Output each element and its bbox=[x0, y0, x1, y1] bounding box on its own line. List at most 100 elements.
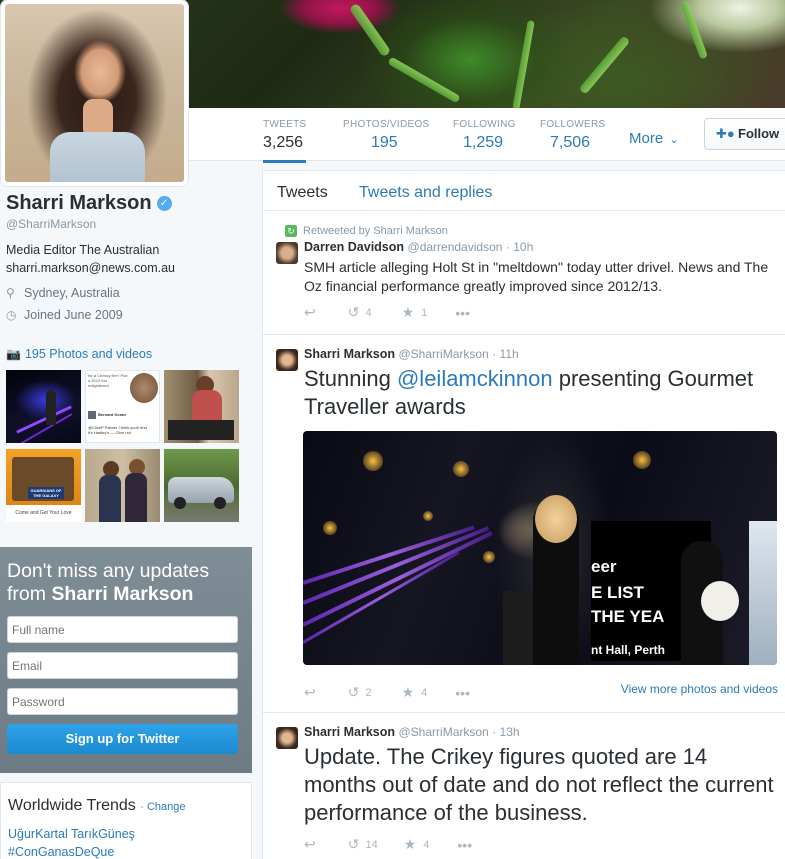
nav-followers-label: FOLLOWERS bbox=[540, 119, 606, 130]
view-more-photos-link[interactable]: View more photos and videos bbox=[621, 682, 778, 696]
timeline-tabs: Tweets Tweets and replies bbox=[263, 171, 785, 211]
location-pin-icon: ⚲ bbox=[6, 286, 15, 300]
tweet-header: Darren Davidson @darrendavidson · 10h bbox=[304, 240, 533, 254]
media-thumbnail[interactable] bbox=[164, 370, 239, 443]
retweet-count: 2 bbox=[365, 686, 372, 699]
thumb-tweet: @CliveP Palmer I think you'll find it's … bbox=[88, 425, 147, 435]
photo-text: eer bbox=[591, 557, 617, 576]
tweet[interactable]: Sharri Markson @SharriMarkson · 11h Stun… bbox=[263, 335, 785, 713]
nav-photos-videos[interactable]: PHOTOS/VIDEOS 195 bbox=[343, 119, 430, 161]
media-thumbnail[interactable]: for a Chrissy fire? Pub a 2012 too enlig… bbox=[85, 370, 160, 443]
favorite-count: 4 bbox=[423, 838, 430, 851]
tweet[interactable]: Sharri Markson @SharriMarkson · 13h Upda… bbox=[263, 713, 785, 859]
nav-tweets-label: TWEETS bbox=[263, 119, 307, 130]
more-dots-icon[interactable]: ••• bbox=[455, 685, 470, 701]
tweet-actions: ↩ ↺ 4 ★ 1 ••• bbox=[304, 304, 470, 321]
thumb-name: Bernard Keane bbox=[98, 412, 127, 417]
nav-followers[interactable]: FOLLOWERS 7,506 bbox=[540, 119, 606, 161]
avatar[interactable] bbox=[1, 0, 188, 186]
tweet-text: Update. The Crikey figures quoted are 14… bbox=[304, 744, 774, 825]
trends-title: Worldwide Trends bbox=[8, 797, 136, 814]
more-dots-icon[interactable]: ••• bbox=[457, 837, 472, 853]
retweet-action[interactable]: ↺ 2 bbox=[348, 684, 372, 701]
tweet-photo[interactable]: eer E LIST THE YEA nt Hall, Perth bbox=[303, 431, 777, 665]
tweet-timestamp[interactable]: · 13h bbox=[492, 725, 519, 739]
avatar[interactable] bbox=[276, 349, 298, 371]
verified-badge-icon: ✓ bbox=[156, 196, 172, 211]
trends-module: Worldwide Trends · Change UğurKartal Tar… bbox=[0, 782, 252, 859]
tab-tweets-and-replies[interactable]: Tweets and replies bbox=[359, 184, 492, 202]
tweet-text-part: Stunning bbox=[304, 366, 397, 391]
photo-text: THE YEA bbox=[591, 607, 665, 626]
tweet-header: Sharri Markson @SharriMarkson · 11h bbox=[304, 347, 519, 361]
photo-text: nt Hall, Perth bbox=[591, 643, 666, 657]
profile-name[interactable]: Sharri Markson bbox=[6, 192, 152, 215]
retweet-action[interactable]: ↺ 4 bbox=[348, 304, 372, 321]
trend-item[interactable]: UğurKartal TarıkGüneş bbox=[8, 825, 244, 843]
profile-bio: Media Editor The Australian bbox=[6, 243, 160, 257]
nav-following-label: FOLLOWING bbox=[453, 119, 516, 130]
media-thumbnail[interactable]: GUARDIANS OF THE GALAXY Come and Get You… bbox=[6, 449, 81, 522]
nav-tweets[interactable]: TWEETS 3,256 bbox=[263, 119, 307, 163]
nav-followers-count: 7,506 bbox=[550, 134, 591, 151]
retweet-count: 14 bbox=[365, 838, 378, 851]
trend-item[interactable]: #ConGanasDeQue bbox=[8, 843, 244, 859]
signup-button[interactable]: Sign up for Twitter bbox=[7, 724, 238, 754]
profile-card: Sharri Markson ✓ @SharriMarkson Media Ed… bbox=[6, 192, 246, 322]
tweet-author-handle[interactable]: @SharriMarkson bbox=[399, 725, 489, 739]
tweet-author-name[interactable]: Sharri Markson bbox=[304, 347, 395, 361]
media-thumbnail[interactable] bbox=[6, 370, 81, 443]
retweet-context: ↻ Retweeted by Sharri Markson bbox=[285, 225, 448, 237]
retweet-icon: ↺ bbox=[347, 684, 360, 700]
nav-following-count: 1,259 bbox=[463, 134, 504, 151]
profile-handle[interactable]: @SharriMarkson bbox=[6, 217, 246, 231]
retweet-context-label: Retweeted by Sharri Markson bbox=[303, 225, 448, 237]
tweet[interactable]: ↻ Retweeted by Sharri Markson Darren Dav… bbox=[263, 211, 785, 335]
tweet-timestamp[interactable]: · 11h bbox=[492, 347, 518, 361]
add-user-icon: ✚● bbox=[716, 126, 735, 141]
media-thumbnail[interactable] bbox=[85, 449, 160, 522]
star-icon: ★ bbox=[403, 836, 417, 852]
fullname-field[interactable] bbox=[7, 616, 238, 643]
clock-icon: ◷ bbox=[6, 308, 17, 322]
avatar[interactable] bbox=[276, 242, 298, 264]
avatar[interactable] bbox=[276, 727, 298, 749]
signup-heading-name: Sharri Markson bbox=[51, 583, 194, 605]
tweet-actions: ↩ ↺ 14 ★ 4 ••• bbox=[304, 836, 472, 853]
tweet-author-handle[interactable]: @darrendavidson bbox=[408, 240, 503, 254]
signup-module: Don't miss any updates from Sharri Marks… bbox=[0, 547, 252, 773]
tweet-actions: ↩ ↺ 2 ★ 4 ••• bbox=[304, 684, 470, 701]
tweet-author-name[interactable]: Sharri Markson bbox=[304, 725, 395, 739]
thumb-text-line: for a Chrissy fire? Pub a 2012 too bbox=[88, 373, 128, 383]
follow-button[interactable]: ✚● Follow bbox=[704, 118, 785, 150]
mention-link[interactable]: @leilamckinnon bbox=[397, 366, 553, 391]
chevron-down-icon: ⌄ bbox=[669, 134, 679, 146]
trends-change-link[interactable]: · Change bbox=[140, 801, 185, 813]
media-thumbnail[interactable] bbox=[164, 449, 239, 522]
more-menu[interactable]: More ⌄ bbox=[629, 130, 679, 147]
nav-photos-label: PHOTOS/VIDEOS bbox=[343, 119, 430, 130]
email-field[interactable] bbox=[7, 652, 238, 679]
more-dots-icon[interactable]: ••• bbox=[455, 305, 470, 321]
tweet-author-name[interactable]: Darren Davidson bbox=[304, 240, 404, 254]
tab-tweets[interactable]: Tweets bbox=[277, 184, 328, 202]
tweet-timestamp[interactable]: · 10h bbox=[506, 240, 533, 254]
photos-videos-link[interactable]: 📷 195 Photos and videos bbox=[6, 347, 152, 361]
password-field[interactable] bbox=[7, 688, 238, 715]
retweet-icon: ↻ bbox=[285, 225, 297, 237]
retweet-icon: ↺ bbox=[347, 836, 360, 852]
reply-icon[interactable]: ↩ bbox=[304, 836, 316, 853]
tweet-author-handle[interactable]: @SharriMarkson bbox=[399, 347, 489, 361]
retweet-action[interactable]: ↺ 14 bbox=[348, 836, 378, 853]
favorite-action[interactable]: ★ 4 bbox=[402, 684, 428, 701]
favorite-action[interactable]: ★ 4 bbox=[404, 836, 430, 853]
favorite-action[interactable]: ★ 1 bbox=[402, 304, 428, 321]
timeline: Tweets Tweets and replies ↻ Retweeted by… bbox=[262, 170, 785, 859]
retweet-count: 4 bbox=[365, 306, 372, 319]
trends-heading: Worldwide Trends · Change bbox=[8, 797, 244, 815]
reply-icon[interactable]: ↩ bbox=[304, 304, 316, 321]
reply-icon[interactable]: ↩ bbox=[304, 684, 316, 701]
profile-joined: Joined June 2009 bbox=[24, 308, 123, 322]
more-label: More bbox=[629, 130, 664, 147]
nav-following[interactable]: FOLLOWING 1,259 bbox=[453, 119, 516, 161]
